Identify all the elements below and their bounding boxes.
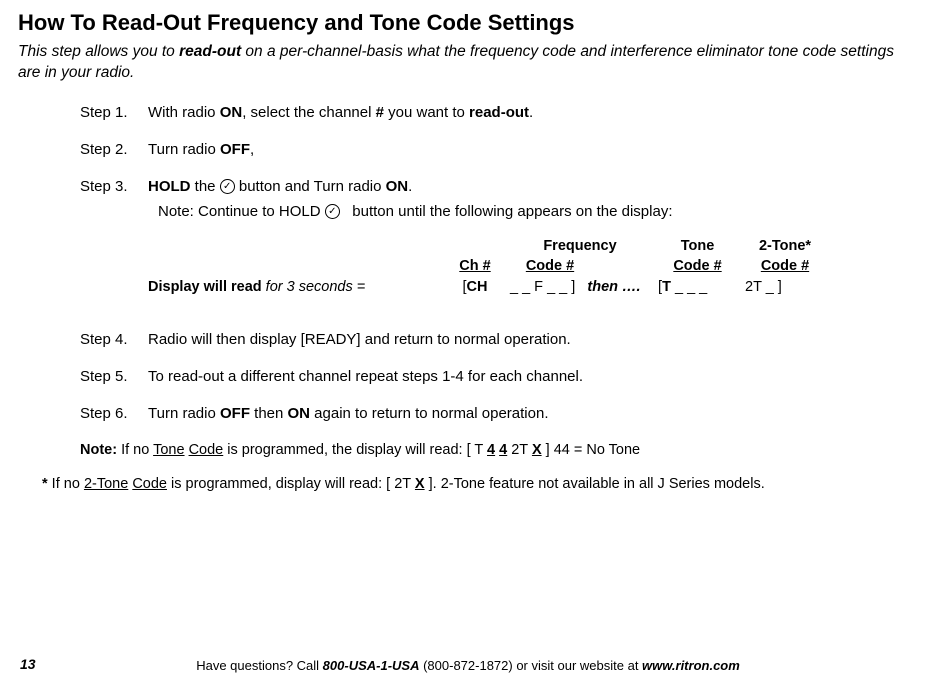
step-content: With radio ON, select the channel # you … — [148, 102, 918, 123]
step-content: To read-out a different channel repeat s… — [148, 366, 918, 387]
step-label: Step 2. — [80, 139, 148, 160]
step-2: Step 2. Turn radio OFF, — [80, 139, 918, 160]
display-table: Display will read for 3 seconds = Ch # [… — [148, 236, 918, 297]
step-5: Step 5. To read-out a different channel … — [80, 366, 918, 387]
step-label: Step 1. — [80, 102, 148, 123]
step-3: Step 3. HOLD the ✓ button and Turn radio… — [80, 176, 918, 313]
note-section: Note: If no Tone Code is programmed, the… — [80, 440, 918, 460]
check-button-icon: ✓ — [325, 204, 340, 219]
step-3-note: Note: Continue to HOLD ✓ button until th… — [158, 201, 918, 222]
step-label: Step 4. — [80, 329, 148, 350]
step-label: Step 3. — [80, 176, 148, 313]
footer: Have questions? Call 800-USA-1-USA (800-… — [0, 657, 936, 675]
star-note: * If no 2-Tone Code is programmed, displ… — [42, 474, 918, 494]
step-content: HOLD the ✓ button and Turn radio ON. Not… — [148, 176, 918, 313]
subtitle: This step allows you to read-out on a pe… — [18, 41, 918, 84]
step-6: Step 6. Turn radio OFF then ON again to … — [80, 403, 918, 424]
step-content: Turn radio OFF then ON again to return t… — [148, 403, 918, 424]
step-label: Step 5. — [80, 366, 148, 387]
page-title: How To Read-Out Frequency and Tone Code … — [18, 8, 918, 39]
step-1: Step 1. With radio ON, select the channe… — [80, 102, 918, 123]
steps-container: Step 1. With radio ON, select the channe… — [80, 102, 918, 424]
step-content: Radio will then display [READY] and retu… — [148, 329, 918, 350]
step-label: Step 6. — [80, 403, 148, 424]
check-button-icon: ✓ — [220, 179, 235, 194]
step-content: Turn radio OFF, — [148, 139, 918, 160]
step-4: Step 4. Radio will then display [READY] … — [80, 329, 918, 350]
